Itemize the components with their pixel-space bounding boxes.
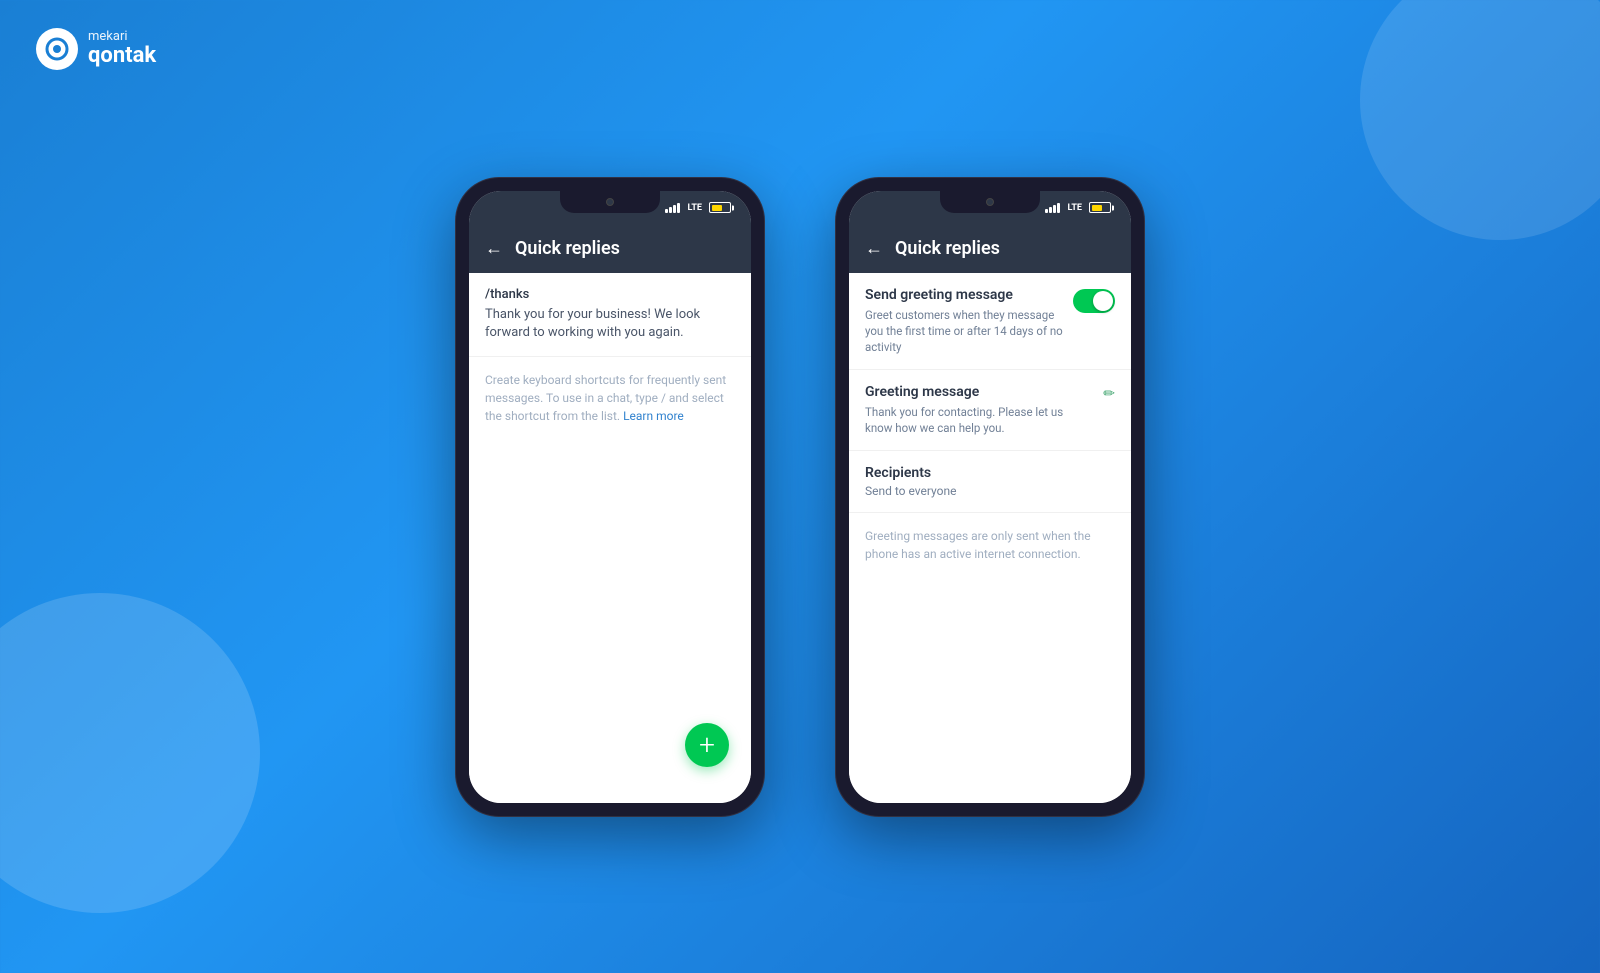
quick-reply-item[interactable]: /thanks Thank you for your business! We … (469, 273, 751, 357)
send-greeting-row: Send greeting message Greet customers wh… (865, 287, 1115, 355)
send-greeting-text-block: Send greeting message Greet customers wh… (865, 287, 1065, 355)
phone-2: LTE ← Quick replies Send greeting messag… (835, 177, 1145, 817)
notch-2 (940, 191, 1040, 213)
signal-bar-2 (669, 207, 672, 213)
battery-1 (709, 202, 731, 213)
app-header-1: ← Quick replies (469, 225, 751, 273)
info-text: Greeting messages are only sent when the… (865, 527, 1115, 563)
info-section: Greeting messages are only sent when the… (849, 513, 1131, 577)
app-header-2: ← Quick replies (849, 225, 1131, 273)
notch-dot-1 (606, 198, 614, 206)
recipients-value: Send to everyone (865, 484, 1115, 498)
battery-2 (1089, 202, 1111, 213)
battery-fill-1 (712, 205, 722, 211)
notch-dot-2 (986, 198, 994, 206)
signal-bar-6 (1049, 207, 1052, 213)
status-icons-2: LTE (1045, 202, 1111, 213)
send-greeting-label: Send greeting message (865, 287, 1065, 303)
recipients-label: Recipients (865, 465, 1115, 481)
fab-button[interactable]: + (685, 723, 729, 767)
reply-shortcut: /thanks (485, 287, 735, 302)
phone-1: LTE ← Quick replies /thanks Thank you fo… (455, 177, 765, 817)
lte-label-2: LTE (1067, 203, 1082, 213)
edit-icon[interactable]: ✏ (1103, 386, 1115, 402)
hint-section: Create keyboard shortcuts for frequently… (469, 357, 751, 439)
greeting-toggle[interactable] (1073, 289, 1115, 313)
blob-right (1360, 0, 1600, 240)
phones-container: LTE ← Quick replies /thanks Thank you fo… (455, 177, 1145, 817)
logo-icon (36, 28, 78, 70)
logo: mekari qontak (36, 28, 156, 70)
hint-main-text: Create keyboard shortcuts for frequently… (485, 373, 726, 423)
notch-1 (560, 191, 660, 213)
signal-bar-5 (1045, 209, 1048, 213)
greeting-message-row: Greeting message Thank you for contactin… (865, 384, 1115, 436)
back-arrow-2[interactable]: ← (865, 238, 883, 259)
mekari-label: mekari (88, 30, 156, 44)
signal-bar-4 (677, 203, 680, 213)
back-arrow-1[interactable]: ← (485, 238, 503, 259)
greeting-message-text: Thank you for contacting. Please let us … (865, 404, 1065, 436)
hint-text: Create keyboard shortcuts for frequently… (485, 371, 735, 425)
header-title-2: Quick replies (895, 238, 1000, 259)
status-icons-1: LTE (665, 202, 731, 213)
signal-bars-1 (665, 203, 680, 213)
phone-1-inner: LTE ← Quick replies /thanks Thank you fo… (469, 191, 751, 803)
signal-bars-2 (1045, 203, 1060, 213)
header-title-1: Quick replies (515, 238, 620, 259)
qontak-label: qontak (88, 44, 156, 68)
battery-fill-2 (1092, 205, 1102, 211)
send-greeting-sublabel: Greet customers when they message you th… (865, 307, 1065, 355)
greeting-message-block: Greeting message Thank you for contactin… (865, 384, 1065, 436)
signal-bar-3 (673, 205, 676, 213)
lte-label-1: LTE (687, 203, 702, 213)
signal-bar-7 (1053, 205, 1056, 213)
phone-2-inner: LTE ← Quick replies Send greeting messag… (849, 191, 1131, 803)
phone-2-content: Send greeting message Greet customers wh… (849, 273, 1131, 803)
learn-more-link[interactable]: Learn more (623, 409, 684, 423)
signal-bar-8 (1057, 203, 1060, 213)
greeting-message-section: Greeting message Thank you for contactin… (849, 370, 1131, 451)
signal-bar-1 (665, 209, 668, 213)
reply-text: Thank you for your business! We look for… (485, 306, 735, 342)
recipients-section[interactable]: Recipients Send to everyone (849, 451, 1131, 513)
greeting-message-label: Greeting message (865, 384, 1065, 400)
send-greeting-section: Send greeting message Greet customers wh… (849, 273, 1131, 370)
logo-text: mekari qontak (88, 30, 156, 68)
blob-left (0, 593, 260, 913)
toggle-knob (1093, 291, 1113, 311)
